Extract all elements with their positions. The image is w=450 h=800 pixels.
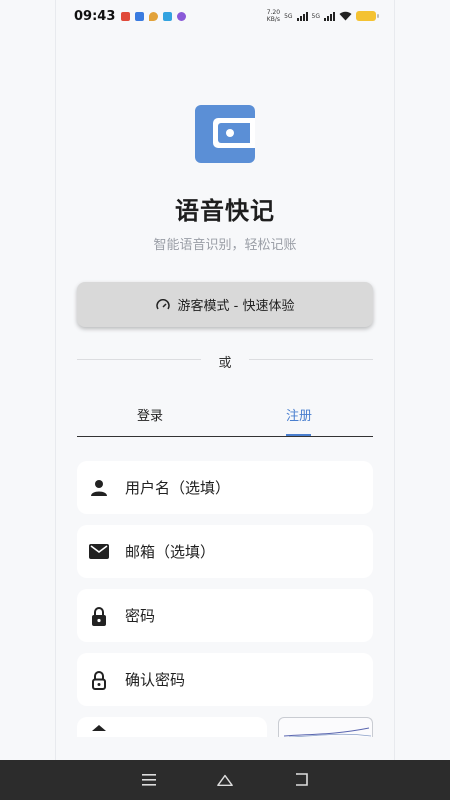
- person-icon: [89, 478, 109, 498]
- home-icon[interactable]: [217, 772, 233, 788]
- or-text: 或: [218, 356, 232, 371]
- lock-icon: [89, 606, 109, 626]
- net-speed: 7.20 KB/s: [267, 9, 280, 23]
- captcha-image[interactable]: [278, 717, 373, 737]
- lock-outline-icon: [89, 670, 109, 690]
- net-speed-value: 7.20: [266, 9, 281, 16]
- username-input[interactable]: [125, 478, 355, 497]
- wifi-icon: [339, 11, 352, 21]
- confirm-password-input[interactable]: [125, 670, 355, 689]
- app-badge-icon: [177, 11, 187, 21]
- app-subtitle: 智能语音识别，轻松记账: [153, 238, 297, 253]
- or-divider: 或: [77, 350, 373, 371]
- active-tab-indicator: [286, 434, 311, 436]
- net-speed-unit: KB/s: [266, 16, 280, 23]
- status-right: 7.20 KB/s 5G 5G: [267, 9, 379, 23]
- password-field[interactable]: [77, 589, 373, 642]
- guest-mode-label: 游客模式 - 快速体验: [177, 299, 295, 314]
- chat-notification-icon: [135, 11, 145, 21]
- guest-mode-button[interactable]: 游客模式 - 快速体验: [77, 282, 373, 327]
- auth-tabs: 登录 注册: [77, 395, 373, 437]
- captcha-field[interactable]: [77, 717, 267, 737]
- signal-1-label: 5G: [284, 12, 293, 20]
- shield-icon: [89, 717, 109, 737]
- username-field[interactable]: [77, 461, 373, 514]
- app-notification-icon: [121, 11, 131, 21]
- system-navigation-bar: [0, 760, 450, 800]
- signal-2-label: 5G: [311, 12, 320, 20]
- mail-icon: [89, 542, 109, 562]
- tab-login[interactable]: 登录: [137, 405, 163, 424]
- password-input[interactable]: [125, 606, 355, 625]
- menu-icon[interactable]: [141, 772, 157, 788]
- send-notification-icon: [163, 11, 173, 21]
- back-icon[interactable]: [293, 772, 309, 788]
- notification-icons: [121, 11, 187, 21]
- signal-icon: [324, 11, 335, 21]
- status-bar: 09:43 7.20 KB/s 5G 5G: [0, 0, 450, 32]
- location-notification-icon: [149, 11, 159, 21]
- signal-icon: [296, 11, 308, 21]
- clock: 09:43: [74, 8, 116, 24]
- tab-register[interactable]: 注册: [286, 405, 312, 424]
- app-logo-wallet-icon: [195, 105, 255, 163]
- speedometer-icon: [155, 298, 170, 311]
- battery-icon: [356, 11, 379, 21]
- email-input[interactable]: [125, 542, 355, 561]
- confirm-password-field[interactable]: [77, 653, 373, 706]
- email-field[interactable]: [77, 525, 373, 578]
- app-title: 语音快记: [175, 197, 275, 225]
